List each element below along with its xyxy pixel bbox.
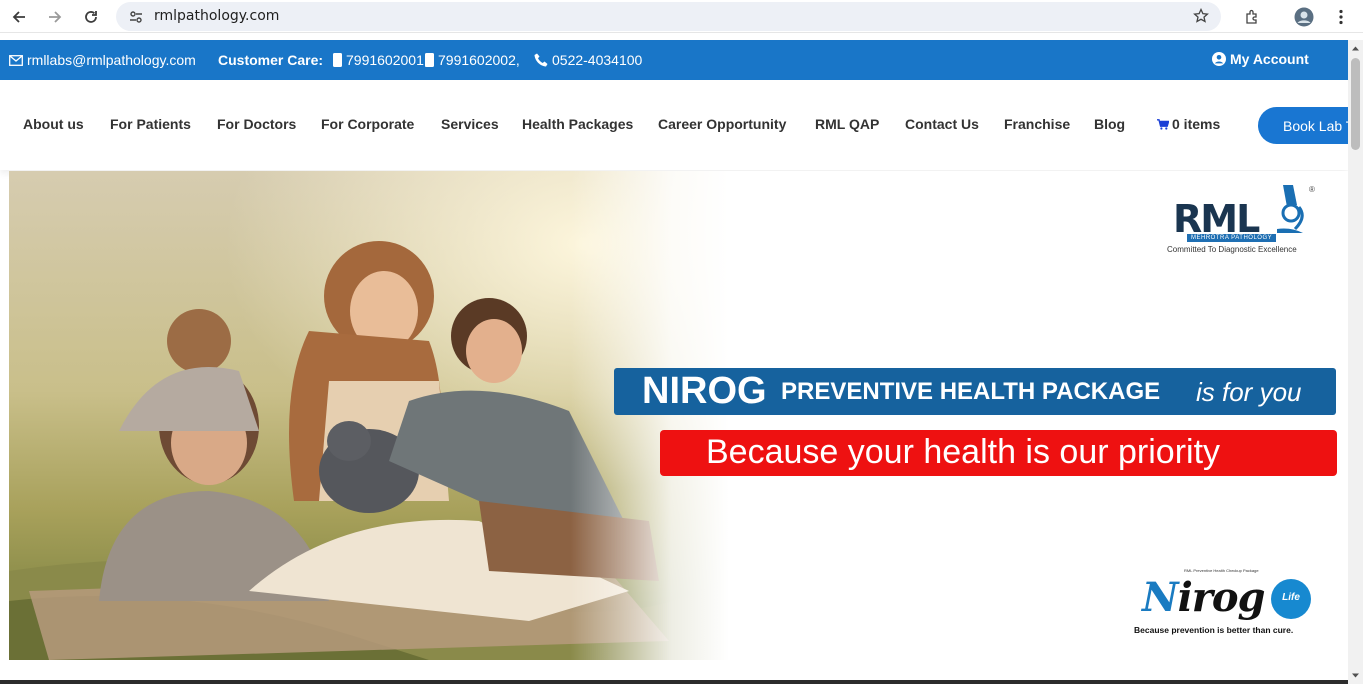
scroll-up-arrow-icon[interactable] — [1351, 44, 1360, 53]
scroll-thumb[interactable] — [1351, 58, 1360, 150]
package-subtitle: is for you — [1196, 377, 1302, 407]
site-info-icon[interactable] — [128, 9, 144, 30]
nirog-wordmark: Nirog — [1142, 574, 1266, 621]
extensions-icon[interactable] — [1240, 5, 1264, 29]
browser-toolbar: rmlpathology.com — [0, 0, 1363, 33]
phone-1-text: 7991602001, — [346, 52, 428, 68]
landline-link[interactable]: 0522-4034100 — [534, 52, 642, 68]
envelope-icon — [9, 54, 23, 66]
bookmark-star-icon[interactable] — [1193, 7, 1209, 29]
priority-text: Because your health is our priority — [706, 433, 1221, 471]
registered-mark: ® — [1309, 185, 1315, 194]
nav-for-corporate[interactable]: For Corporate — [321, 116, 414, 132]
nav-health-packages[interactable]: Health Packages — [522, 116, 633, 132]
package-title: PREVENTIVE HEALTH PACKAGE — [781, 378, 1161, 405]
rml-logo-tagline: Committed To Diagnostic Excellence — [1167, 245, 1297, 254]
cart-count-text: 0 items — [1172, 116, 1221, 132]
shopping-cart-icon — [1157, 118, 1169, 130]
nirog-logo-caption: RML Preventive Health Checkup Package — [1184, 568, 1259, 573]
nav-for-patients[interactable]: For Patients — [110, 116, 191, 132]
forward-icon[interactable] — [43, 5, 67, 29]
back-icon[interactable] — [7, 5, 31, 29]
phone-icon — [534, 53, 548, 67]
main-navigation: About us For Patients For Doctors For Co… — [0, 80, 1363, 170]
microscope-icon — [1277, 185, 1304, 233]
nav-rml-qap[interactable]: RML QAP — [815, 116, 879, 132]
family-photo — [9, 171, 729, 660]
url-text: rmlpathology.com — [154, 8, 280, 24]
nirog-package-banner: NIROG PREVENTIVE HEALTH PACKAGE is for y… — [614, 368, 1336, 415]
nirog-title: NIROG — [642, 370, 767, 412]
cart-link[interactable]: 0 items — [1157, 116, 1220, 132]
priority-banner: Because your health is our priority — [660, 430, 1337, 476]
scroll-down-arrow-icon[interactable] — [1351, 671, 1360, 680]
rml-logo-strip: MEHROTRA PATHOLOGY — [1187, 234, 1277, 242]
email-link[interactable]: rmllabs@rmlpathology.com — [9, 52, 196, 68]
rml-logo[interactable]: RML MEHROTRA PATHOLOGY Committed To Diag… — [1167, 181, 1319, 261]
mobile-phone-icon — [425, 53, 434, 67]
nav-about-us[interactable]: About us — [23, 116, 84, 132]
nav-contact-us[interactable]: Contact Us — [905, 116, 979, 132]
nirog-tagline: Because prevention is better than cure. — [1134, 625, 1294, 635]
email-text: rmllabs@rmlpathology.com — [27, 52, 196, 68]
customer-care: Customer Care: — [218, 52, 323, 68]
hero-banner[interactable]: RML MEHROTRA PATHOLOGY Committed To Diag… — [9, 171, 1348, 660]
nirog-initial: N — [1142, 574, 1179, 621]
page-scrollbar[interactable] — [1348, 40, 1363, 684]
user-circle-icon — [1212, 52, 1226, 66]
nirog-rest: irog — [1177, 574, 1266, 621]
phone-2-text: 7991602002, — [438, 52, 520, 68]
nav-franchise[interactable]: Franchise — [1004, 116, 1070, 132]
reload-icon[interactable] — [79, 5, 103, 29]
nav-career-opportunity[interactable]: Career Opportunity — [658, 116, 786, 132]
landline-text: 0522-4034100 — [552, 52, 643, 68]
phone-link-1[interactable]: 7991602001, — [333, 52, 428, 68]
nav-services[interactable]: Services — [441, 116, 499, 132]
address-bar[interactable]: rmlpathology.com — [116, 2, 1221, 31]
nirog-life-logo: RML Preventive Health Checkup Package Ni… — [1134, 564, 1324, 639]
taskbar-edge — [0, 680, 1348, 684]
mobile-phone-icon — [333, 53, 342, 67]
phone-link-2[interactable]: 7991602002, — [425, 52, 520, 68]
life-badge: Life — [1271, 579, 1311, 619]
profile-avatar[interactable] — [1292, 5, 1316, 29]
my-account-link[interactable]: My Account — [1212, 51, 1309, 67]
customer-care-label: Customer Care: — [218, 52, 324, 68]
my-account-text: My Account — [1230, 51, 1309, 67]
nav-for-doctors[interactable]: For Doctors — [217, 116, 296, 132]
nav-blog[interactable]: Blog — [1094, 116, 1125, 132]
menu-dots-icon[interactable] — [1329, 5, 1353, 29]
contact-info-bar: rmllabs@rmlpathology.com Customer Care: … — [0, 40, 1348, 80]
